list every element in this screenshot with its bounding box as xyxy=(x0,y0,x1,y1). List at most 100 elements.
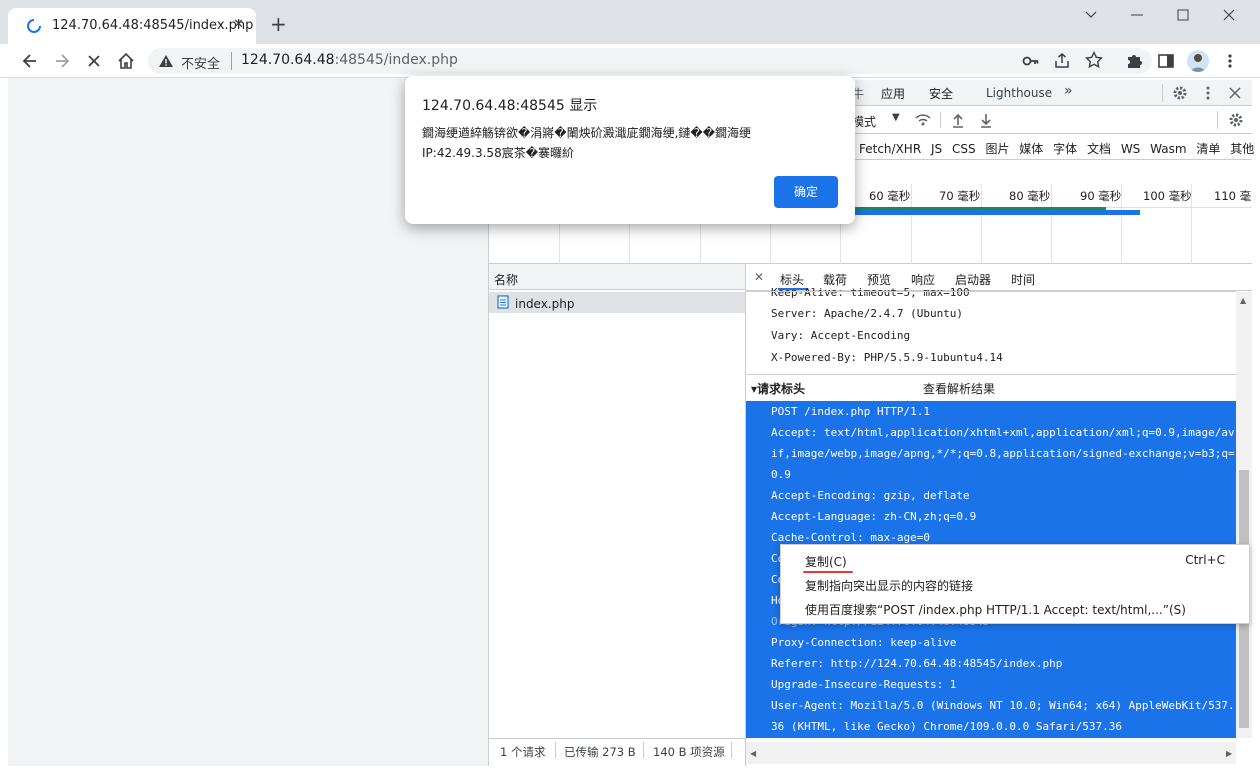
close-devtools-icon[interactable] xyxy=(1229,87,1241,99)
horizontal-scrollbar[interactable] xyxy=(746,742,1236,764)
timeline-tick: 100 毫秒 xyxy=(1143,189,1192,203)
raw-header-line: User-Agent: Mozilla/5.0 (Windows NT 10.0… xyxy=(771,696,1245,715)
filter-manifest[interactable]: 清单 xyxy=(1196,142,1220,156)
forward-icon[interactable] xyxy=(53,52,71,70)
back-icon[interactable] xyxy=(21,52,39,70)
section-divider xyxy=(746,374,1236,375)
more-tabs-icon[interactable]: » xyxy=(1064,83,1073,99)
filter-fetch-xhr[interactable]: Fetch/XHR xyxy=(859,142,921,156)
tab-lighthouse[interactable]: Lighthouse xyxy=(986,86,1052,100)
close-details-icon[interactable]: ✕ xyxy=(754,270,764,284)
bookmark-star-icon[interactable] xyxy=(1085,51,1103,69)
warning-icon[interactable] xyxy=(158,53,174,69)
avatar[interactable] xyxy=(1187,50,1209,72)
browser-tab[interactable]: 124.70.64.48:48545/index.php ✕ xyxy=(8,8,256,44)
tab-close-icon[interactable]: ✕ xyxy=(233,17,244,32)
side-panel-icon[interactable] xyxy=(1157,52,1175,70)
context-menu: 复制(C) Ctrl+C 复制指向突出显示的内容的链接 使用百度搜索“POST … xyxy=(780,544,1250,624)
filter-doc[interactable]: 文档 xyxy=(1087,142,1111,156)
dialog-message-line1: 鐗海绠遒綷觞锛欲�涓嶈�閳炴砎澱濈庛鐗海绠,鏈��鐗海绠 xyxy=(422,126,752,140)
request-list-header xyxy=(489,264,745,290)
grid-line xyxy=(1051,184,1052,264)
filter-font[interactable]: 字体 xyxy=(1053,142,1077,156)
request-headers-title[interactable]: ▾请求标头 xyxy=(751,380,805,397)
filter-media[interactable]: 媒体 xyxy=(1019,142,1043,156)
filter-ws[interactable]: WS xyxy=(1121,142,1140,156)
timeline-download-bar xyxy=(852,210,1140,215)
devtools-menu-icon[interactable] xyxy=(1203,85,1213,101)
dialog-ok-button[interactable]: 确定 xyxy=(774,176,838,208)
filter-other[interactable]: 其他 xyxy=(1230,142,1254,156)
header-clip-line xyxy=(746,291,1236,292)
view-parsed-link[interactable]: 查看解析结果 xyxy=(923,380,995,397)
security-label[interactable]: 不安全 xyxy=(181,53,220,72)
extensions-puzzle-icon[interactable] xyxy=(1125,52,1143,70)
menu-item-copy[interactable]: 复制(C) xyxy=(805,553,847,570)
raw-header-line: Referer: http://124.70.64.48:48545/index… xyxy=(771,654,1073,673)
export-har-icon[interactable] xyxy=(979,112,993,128)
timeline-tick: 60 毫秒 xyxy=(869,189,911,203)
stop-loading-icon[interactable] xyxy=(85,52,103,70)
red-underline-annotation xyxy=(803,571,853,573)
maximize-icon[interactable] xyxy=(1176,8,1190,22)
menu-item-copy-link[interactable]: 复制指向突出显示的内容的链接 xyxy=(805,577,973,594)
tabbar-divider xyxy=(1162,84,1163,102)
filter-js[interactable]: JS xyxy=(931,142,942,156)
status-transferred: 已传输 273 B xyxy=(564,745,636,759)
timeline-tick: 110 毫 xyxy=(1214,189,1252,203)
request-name[interactable]: index.php xyxy=(515,297,574,311)
filter-img[interactable]: 图片 xyxy=(985,142,1009,156)
filter-wasm[interactable]: Wasm xyxy=(1150,142,1186,156)
raw-header-line: Accept: text/html,application/xhtml+xml,… xyxy=(771,423,1245,442)
network-settings-gear-icon[interactable] xyxy=(1228,112,1244,128)
menu-item-search[interactable]: 使用百度搜索“POST /index.php HTTP/1.1 Accept: … xyxy=(805,601,1186,618)
throttle-select[interactable]: 模式 xyxy=(852,113,876,130)
status-divider xyxy=(731,742,732,758)
loading-spinner-icon xyxy=(27,19,41,33)
share-icon[interactable] xyxy=(1053,52,1071,70)
browser-menu-icon[interactable] xyxy=(1224,52,1236,70)
document-file-icon xyxy=(497,295,509,309)
filter-css[interactable]: CSS xyxy=(952,142,976,156)
import-har-icon[interactable] xyxy=(951,112,965,128)
tab-security[interactable]: 安全 xyxy=(929,85,953,102)
url-host: 124.70.64.48 xyxy=(241,52,335,68)
status-requests: 1 个请求 xyxy=(500,745,546,759)
tab-search-chevron-icon[interactable] xyxy=(1084,8,1098,22)
close-window-icon[interactable] xyxy=(1222,8,1236,22)
dialog-message-line2: IP:42.49.3.58宸茶�褰曪紒 xyxy=(422,146,575,160)
raw-header-line: Accept-Language: zh-CN,zh;q=0.9 xyxy=(771,507,987,526)
settings-gear-icon[interactable] xyxy=(1172,85,1188,101)
scroll-right-arrow-icon[interactable]: ▶ xyxy=(1226,749,1232,758)
dialog-title: 124.70.64.48:48545 显示 xyxy=(422,98,598,114)
network-conditions-icon[interactable] xyxy=(914,112,932,128)
tab-timing[interactable]: 时间 xyxy=(1011,271,1035,288)
tab-application[interactable]: 应用 xyxy=(881,85,905,102)
status-resources: 140 B 项资源 xyxy=(653,745,725,759)
timeline-tick: 70 毫秒 xyxy=(939,189,981,203)
scroll-left-arrow-icon[interactable]: ◀ xyxy=(750,749,756,758)
response-header-keep-alive: Keep-Alive: timeout=5, max=100 xyxy=(771,286,970,299)
omnibox-divider xyxy=(231,52,232,70)
minimize-icon[interactable] xyxy=(1130,8,1144,22)
raw-header-line: Accept-Encoding: gzip, deflate xyxy=(771,486,980,505)
throttle-dropdown-icon[interactable]: ▼ xyxy=(892,112,900,123)
name-column-header[interactable]: 名称 xyxy=(494,271,518,288)
scroll-up-arrow-icon[interactable]: ▲ xyxy=(1240,296,1246,305)
home-icon[interactable] xyxy=(116,51,136,71)
response-header-x-powered-by: X-Powered-By: PHP/5.5.9-1ubuntu4.14 xyxy=(771,351,1003,364)
menu-item-copy-shortcut: Ctrl+C xyxy=(1185,553,1225,567)
raw-header-line: Upgrade-Insecure-Requests: 1 xyxy=(771,675,967,694)
grid-line xyxy=(911,184,912,264)
status-divider xyxy=(555,742,556,758)
toolbar-divider-2 xyxy=(1217,111,1218,129)
response-header-server: Server: Apache/2.4.7 (Ubuntu) xyxy=(771,307,964,320)
new-tab-button[interactable]: + xyxy=(270,12,287,36)
url-text[interactable]: 124.70.64.48:48545/index.php xyxy=(241,52,458,68)
response-header-vary: Vary: Accept-Encoding xyxy=(771,329,911,342)
toolbar-divider xyxy=(940,112,941,128)
grid-line xyxy=(981,184,982,264)
key-icon[interactable] xyxy=(1022,53,1040,69)
raw-header-line: 0.9 xyxy=(771,465,801,484)
timeline-tick: 90 毫秒 xyxy=(1080,189,1122,203)
